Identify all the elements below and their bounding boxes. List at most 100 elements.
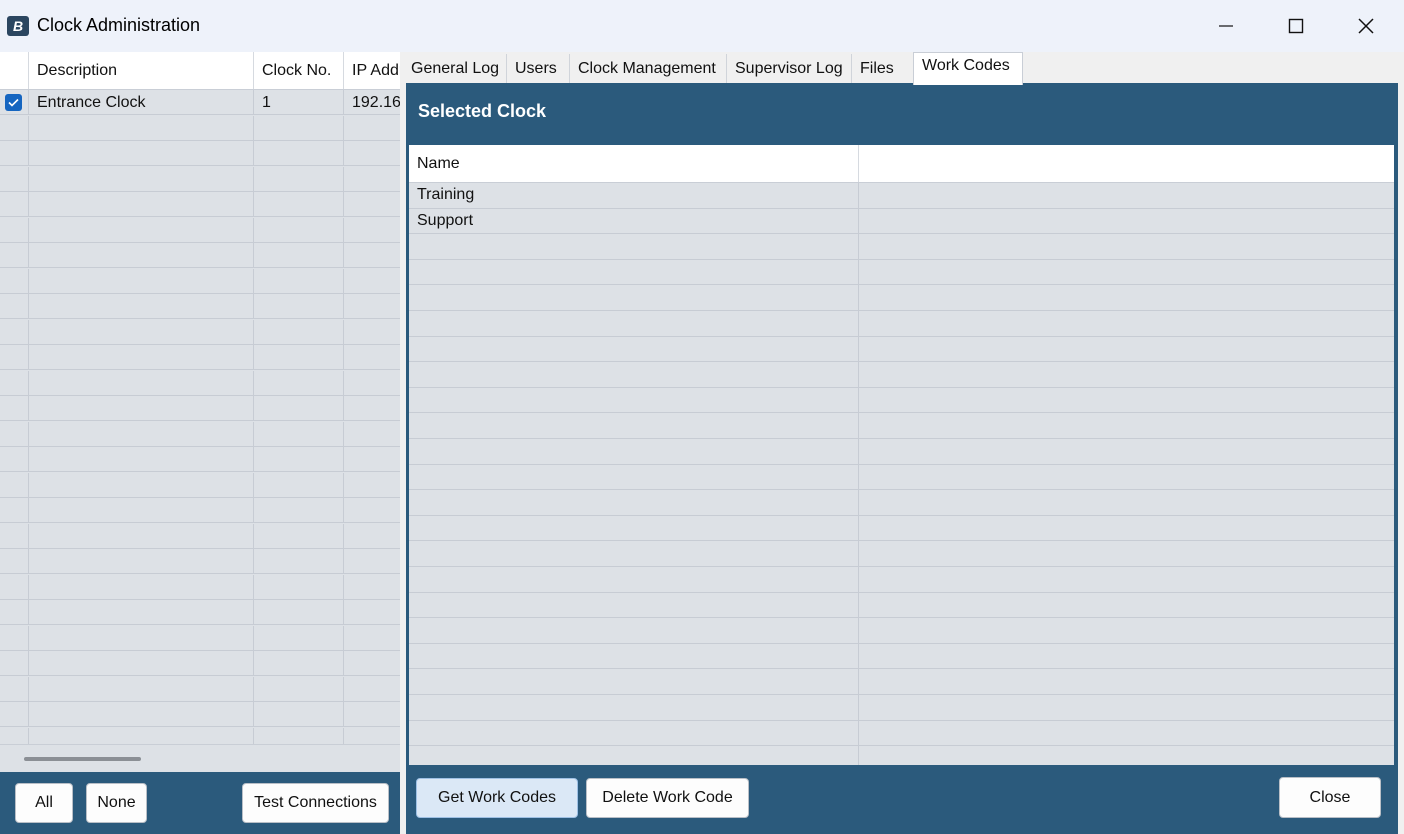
empty-cell	[344, 371, 400, 396]
empty-row	[409, 439, 1394, 465]
scrollbar-thumb[interactable]	[24, 757, 141, 761]
tab-supervisor-log[interactable]: Supervisor Log	[727, 54, 852, 84]
empty-row	[409, 541, 1394, 567]
title-bar[interactable]: B Clock Administration	[0, 0, 1404, 53]
get-work-codes-button[interactable]: Get Work Codes	[416, 778, 578, 818]
column-header-clock-no[interactable]: Clock No.	[254, 52, 344, 89]
column-header-name[interactable]: Name	[409, 145, 859, 182]
empty-cell	[29, 625, 254, 651]
close-icon	[1358, 18, 1374, 34]
empty-cell	[0, 345, 29, 370]
empty-cell	[29, 396, 254, 421]
empty-cell	[344, 447, 400, 472]
work-codes-toolbar: Get Work Codes Delete Work Code Close	[406, 765, 1398, 834]
empty-cell	[29, 421, 254, 447]
horizontal-scrollbar[interactable]	[0, 744, 400, 773]
empty-row	[409, 285, 1394, 311]
empty-cell	[29, 574, 254, 600]
empty-cell	[409, 490, 859, 516]
empty-cell	[344, 575, 400, 600]
tab-files[interactable]: Files	[852, 54, 913, 84]
work-codes-header: Name	[409, 145, 1394, 183]
clock-row[interactable]: Entrance Clock 1 192.168.1.201	[0, 90, 400, 115]
maximize-button[interactable]	[1273, 8, 1319, 44]
empty-cell	[859, 721, 1394, 746]
empty-row	[0, 421, 400, 447]
empty-cell	[409, 234, 859, 260]
row-select-cell[interactable]	[0, 90, 29, 115]
empty-cell	[29, 141, 254, 166]
empty-cell	[409, 362, 859, 388]
close-window-button[interactable]	[1343, 8, 1389, 44]
empty-cell	[859, 695, 1394, 720]
empty-cell	[409, 285, 859, 311]
empty-cell	[254, 294, 344, 319]
empty-row	[409, 490, 1394, 516]
empty-row	[0, 294, 400, 319]
select-none-button[interactable]: None	[86, 783, 147, 823]
empty-cell	[254, 115, 344, 141]
empty-cell	[409, 720, 859, 746]
column-header-description[interactable]: Description	[29, 52, 254, 89]
empty-row	[0, 676, 400, 702]
empty-cell	[344, 141, 400, 166]
empty-cell	[254, 549, 344, 574]
empty-cell	[29, 549, 254, 574]
empty-row	[0, 651, 400, 676]
work-code-row[interactable]: Support	[409, 208, 1394, 235]
empty-row	[0, 447, 400, 472]
select-all-button[interactable]: All	[15, 783, 73, 823]
tab-general-log[interactable]: General Log	[403, 54, 507, 84]
empty-cell	[29, 166, 254, 192]
empty-cell	[254, 217, 344, 243]
empty-cell	[254, 625, 344, 651]
empty-cell	[859, 541, 1394, 566]
empty-cell	[344, 600, 400, 625]
test-connections-button[interactable]: Test Connections	[242, 783, 389, 823]
empty-cell	[344, 524, 400, 549]
empty-cell	[344, 396, 400, 421]
empty-cell	[254, 447, 344, 472]
tab-clock-management[interactable]: Clock Management	[570, 54, 727, 84]
empty-cell	[254, 396, 344, 421]
column-header-ip-address[interactable]: IP Address	[344, 52, 400, 89]
empty-cell	[344, 294, 400, 319]
empty-cell	[0, 268, 29, 294]
empty-cell	[0, 549, 29, 574]
empty-row	[409, 746, 1394, 765]
work-code-row[interactable]: Training	[409, 183, 1394, 209]
empty-cell	[254, 676, 344, 702]
delete-work-code-button[interactable]: Delete Work Code	[586, 778, 749, 818]
empty-cell	[29, 268, 254, 294]
empty-cell	[344, 677, 400, 702]
minimize-icon	[1219, 25, 1233, 27]
empty-cell	[859, 337, 1394, 362]
empty-cell	[0, 447, 29, 472]
tab-work-codes[interactable]: Work Codes	[913, 52, 1023, 85]
empty-cell	[409, 567, 859, 592]
empty-row	[409, 695, 1394, 721]
empty-row	[409, 464, 1394, 491]
work-code-extra	[859, 209, 1394, 234]
empty-cell	[254, 370, 344, 396]
empty-cell	[409, 618, 859, 644]
empty-row	[0, 549, 400, 574]
empty-row	[0, 115, 400, 141]
empty-row	[409, 643, 1394, 670]
empty-cell	[859, 618, 1394, 643]
empty-cell	[409, 592, 859, 618]
empty-row	[409, 567, 1394, 593]
empty-cell	[29, 676, 254, 702]
empty-cell	[254, 243, 344, 268]
checkbox-checked-icon[interactable]	[5, 94, 22, 111]
tab-users[interactable]: Users	[507, 54, 570, 84]
empty-cell	[409, 259, 859, 285]
empty-cell	[409, 336, 859, 362]
minimize-button[interactable]	[1203, 8, 1249, 44]
clock-administration-window: B Clock Administration Description Clock…	[0, 0, 1404, 834]
close-button[interactable]: Close	[1279, 777, 1381, 818]
empty-cell	[0, 651, 29, 676]
empty-cell	[29, 702, 254, 727]
column-header-blank[interactable]	[859, 145, 1394, 182]
empty-cell	[344, 702, 400, 727]
